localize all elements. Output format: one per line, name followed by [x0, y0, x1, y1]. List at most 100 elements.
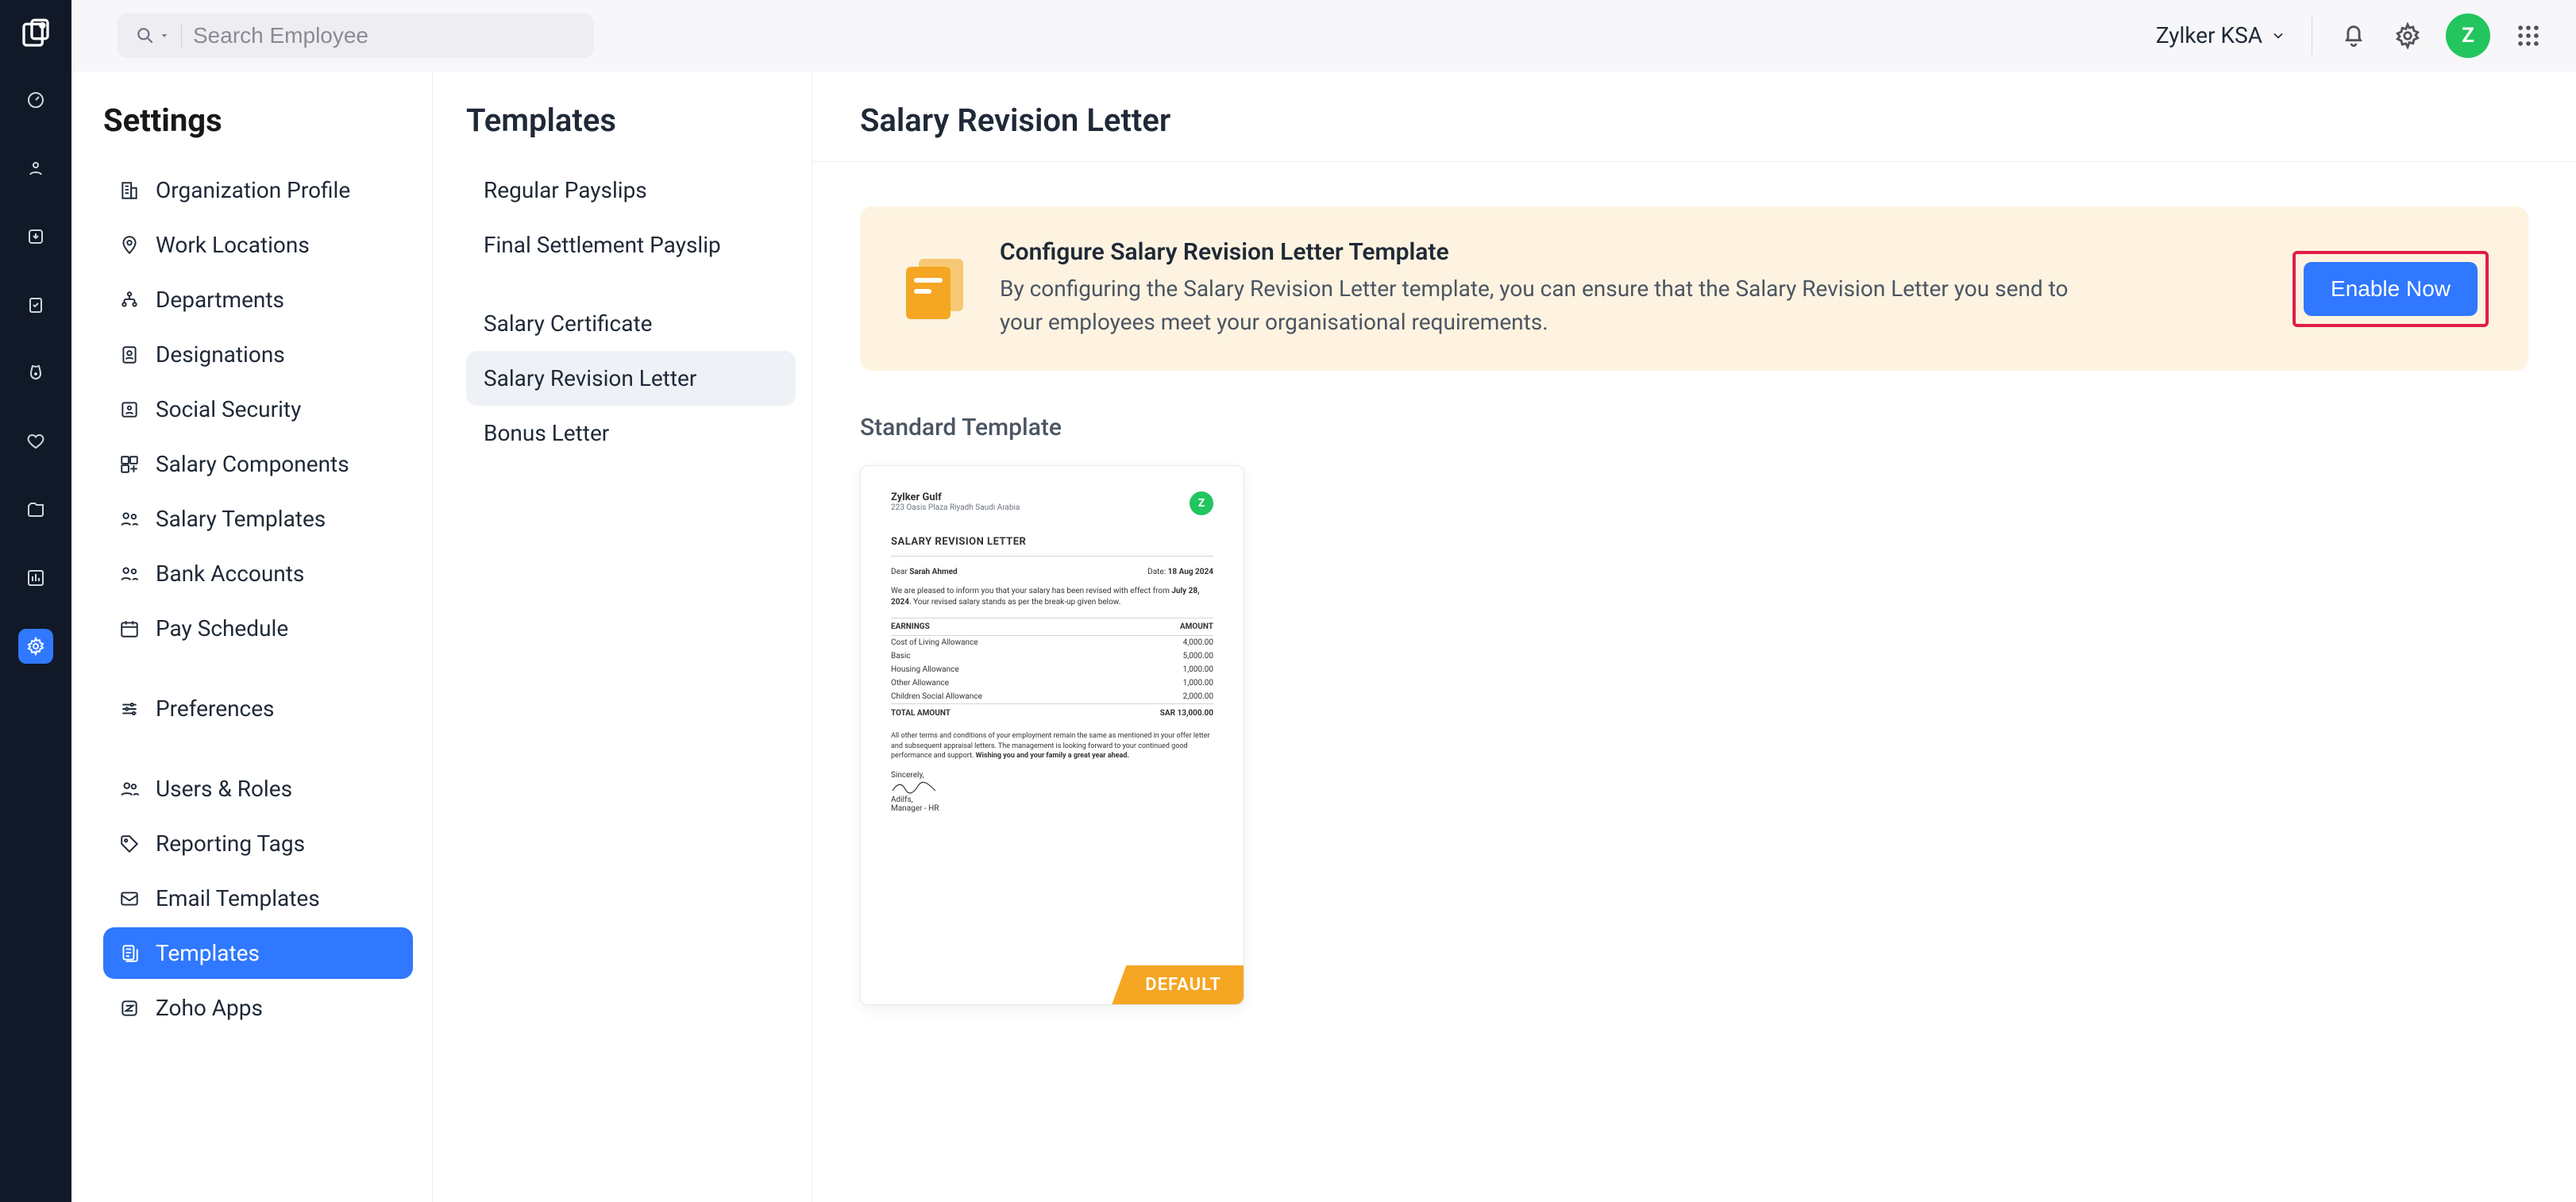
document-icon [900, 254, 970, 324]
org-switcher[interactable]: Zylker KSA [2156, 22, 2286, 48]
settings-title: Settings [103, 102, 413, 139]
tag-icon [119, 834, 140, 854]
preview-address: 223 Oasis Plaza Riyadh Saudi Arabia [891, 503, 1020, 512]
nav-label: Work Locations [156, 232, 310, 258]
banner-heading: Configure Salary Revision Letter Templat… [1000, 238, 2111, 266]
preview-company: Zylker Gulf [891, 491, 1020, 503]
preview-emp-name: Sarah Ahmed [909, 568, 957, 576]
calendar-icon [119, 618, 140, 639]
nav-label: Preferences [156, 695, 275, 722]
users-icon [119, 779, 140, 799]
rail-settings[interactable] [18, 629, 53, 664]
nav-label: Salary Components [156, 451, 349, 477]
tnav-final-settlement[interactable]: Final Settlement Payslip [466, 218, 796, 272]
map-pin-icon [119, 235, 140, 256]
top-bar: Zylker KSA Z [71, 0, 2576, 71]
building-icon [119, 180, 140, 201]
rail-payruns[interactable] [18, 356, 53, 391]
nav-bank-accounts[interactable]: Bank Accounts [103, 548, 413, 599]
doc-stack-icon [119, 943, 140, 964]
enable-now-button[interactable]: Enable Now [2304, 262, 2478, 316]
tnav-bonus-letter[interactable]: Bonus Letter [466, 406, 796, 460]
nav-designations[interactable]: Designations [103, 329, 413, 380]
settings-sidebar: Settings Organization Profile Work Locat… [71, 71, 433, 1202]
enable-highlight: Enable Now [2293, 251, 2489, 327]
banner-body: By configuring the Salary Revision Lette… [1000, 272, 2111, 339]
gear-icon [2394, 22, 2421, 49]
templates-title: Templates [466, 102, 796, 139]
nav-templates[interactable]: Templates [103, 927, 413, 979]
shield-icon [119, 399, 140, 420]
nav-work-locations[interactable]: Work Locations [103, 219, 413, 271]
preview-doc-title: SALARY REVISION LETTER [891, 536, 1213, 557]
nav-label: Pay Schedule [156, 615, 288, 641]
nav-salary-templates[interactable]: Salary Templates [103, 493, 413, 545]
nav-pay-schedule[interactable]: Pay Schedule [103, 603, 413, 654]
tnav-salary-certificate[interactable]: Salary Certificate [466, 296, 796, 351]
rail-dashboard[interactable] [18, 83, 53, 118]
zoho-icon [119, 998, 140, 1019]
nav-departments[interactable]: Departments [103, 274, 413, 326]
org-chart-icon [119, 290, 140, 310]
bell-icon [2340, 22, 2367, 49]
nav-organization-profile[interactable]: Organization Profile [103, 164, 413, 216]
nav-preferences[interactable]: Preferences [103, 683, 413, 734]
search-icon [135, 25, 170, 46]
notifications-button[interactable] [2338, 20, 2370, 52]
app-logo [20, 17, 52, 49]
org-name: Zylker KSA [2156, 22, 2262, 48]
preview-footer: All other terms and conditions of your e… [891, 731, 1213, 761]
template-card-standard[interactable]: Zylker Gulf 223 Oasis Plaza Riyadh Saudi… [860, 465, 1244, 1005]
nav-users-roles[interactable]: Users & Roles [103, 763, 413, 815]
nav-label: Social Security [156, 396, 301, 422]
nav-label: Templates [156, 940, 260, 966]
nav-label: Reporting Tags [156, 830, 305, 857]
apps-grid-button[interactable] [2512, 20, 2544, 52]
settings-quick-button[interactable] [2392, 20, 2424, 52]
apps-grid-icon [2515, 22, 2542, 49]
rail-import[interactable] [18, 219, 53, 254]
component-icon [119, 454, 140, 475]
search-divider [181, 25, 182, 47]
standard-template-heading: Standard Template [860, 414, 2528, 441]
rail-reports[interactable] [18, 561, 53, 595]
preview-intro: We are pleased to inform you that your s… [891, 586, 1213, 608]
people-bank-icon [119, 564, 140, 584]
mail-icon [119, 888, 140, 909]
nav-label: Designations [156, 341, 285, 368]
nav-label: Email Templates [156, 885, 320, 911]
rail-people[interactable] [18, 151, 53, 186]
nav-zoho-apps[interactable]: Zoho Apps [103, 982, 413, 1034]
nav-reporting-tags[interactable]: Reporting Tags [103, 818, 413, 869]
preview-date-label: Date: [1147, 568, 1166, 576]
rail-approvals[interactable] [18, 287, 53, 322]
nav-label: Salary Templates [156, 506, 326, 532]
configure-banner: Configure Salary Revision Letter Templat… [860, 206, 2528, 371]
rail-benefits[interactable] [18, 424, 53, 459]
nav-salary-components[interactable]: Salary Components [103, 438, 413, 490]
nav-label: Departments [156, 287, 284, 313]
people-template-icon [119, 509, 140, 530]
nav-label: Zoho Apps [156, 995, 263, 1021]
tnav-salary-revision-letter[interactable]: Salary Revision Letter [466, 351, 796, 406]
nav-email-templates[interactable]: Email Templates [103, 873, 413, 924]
preview-logo: Z [1190, 491, 1213, 515]
rail-documents[interactable] [18, 492, 53, 527]
preview-date-value: 18 Aug 2024 [1168, 568, 1213, 576]
tnav-regular-payslips[interactable]: Regular Payslips [466, 163, 796, 218]
nav-social-security[interactable]: Social Security [103, 383, 413, 435]
templates-sidebar: Templates Regular Payslips Final Settlem… [433, 71, 812, 1202]
chevron-down-icon [159, 30, 170, 41]
left-rail [0, 0, 71, 1202]
preview-earnings-table: EARNINGSAMOUNT Cost of Living Allowance4… [891, 618, 1213, 720]
page-title: Salary Revision Letter [860, 102, 2528, 139]
search-container[interactable] [118, 13, 594, 58]
content-area: Salary Revision Letter Configure Salary … [812, 71, 2576, 1202]
default-ribbon: DEFAULT [1112, 965, 1244, 1004]
search-input[interactable] [193, 23, 577, 48]
person-badge-icon [119, 345, 140, 365]
nav-label: Organization Profile [156, 177, 350, 203]
avatar[interactable]: Z [2446, 13, 2490, 58]
preview-dear: Dear [891, 568, 908, 576]
nav-label: Users & Roles [156, 776, 292, 802]
